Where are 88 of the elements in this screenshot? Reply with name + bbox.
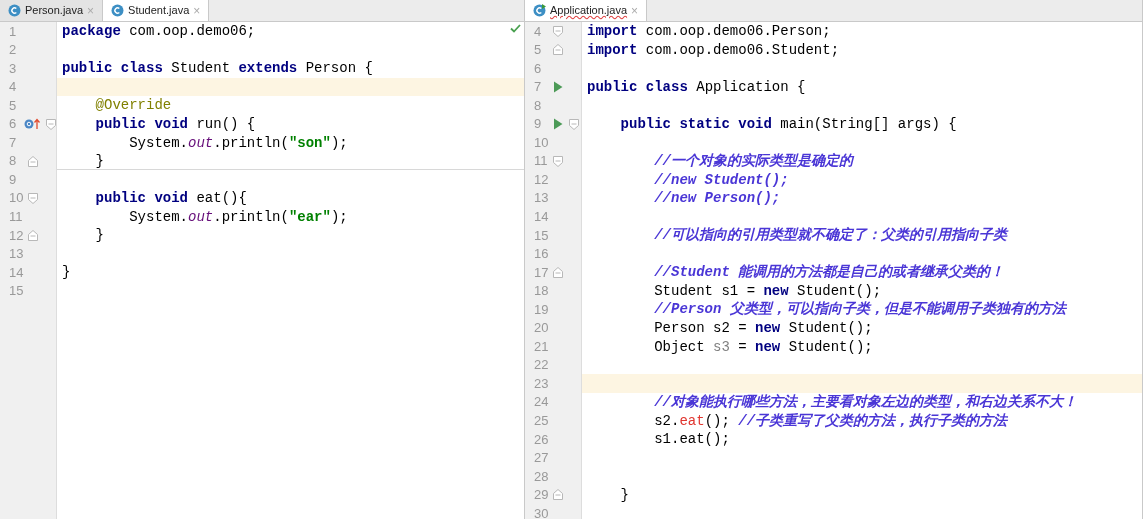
code-line: @Override bbox=[94, 98, 172, 113]
line-number: 5 bbox=[8, 96, 18, 115]
code-line: Student s1 = new Student(); bbox=[653, 283, 882, 298]
fold-icon[interactable] bbox=[553, 25, 563, 37]
line-number: 29 bbox=[533, 486, 550, 505]
line-number: 5 bbox=[533, 41, 543, 60]
file-tab[interactable]: Application.java × bbox=[525, 0, 648, 21]
code-line: //new Person(); bbox=[653, 191, 781, 206]
code-line: s2.eat(); //子类重写了父类的方法，执行子类的方法 bbox=[653, 413, 1008, 428]
line-number: 4 bbox=[533, 22, 543, 41]
line-number: 14 bbox=[533, 208, 550, 226]
line-number: 7 bbox=[533, 78, 543, 97]
line-number: 10 bbox=[533, 133, 550, 152]
line-number: 9 bbox=[8, 170, 18, 189]
line-number: 2 bbox=[8, 41, 18, 60]
code-line: package com.oop.demo06; bbox=[62, 24, 256, 39]
run-icon[interactable] bbox=[553, 118, 563, 130]
code-line: public static void main(String[] args) { bbox=[619, 117, 957, 131]
line-number: 28 bbox=[533, 467, 550, 486]
fold-icon[interactable] bbox=[553, 489, 563, 501]
fold-icon[interactable] bbox=[553, 266, 563, 278]
fold-icon[interactable] bbox=[553, 155, 563, 167]
line-number: 27 bbox=[533, 449, 550, 468]
code-line: public void eat(){ bbox=[94, 191, 247, 206]
code-line: //可以指向的引用类型就不确定了：父类的引用指向子类 bbox=[653, 228, 1007, 243]
fold-icon[interactable] bbox=[46, 118, 56, 130]
line-number: 13 bbox=[533, 189, 550, 208]
line-number: 12 bbox=[8, 226, 25, 245]
fold-icon[interactable] bbox=[569, 118, 579, 130]
code-line: Person s2 = new Student(); bbox=[653, 321, 873, 335]
line-number: 19 bbox=[533, 300, 550, 319]
line-number: 4 bbox=[8, 78, 18, 97]
line-number: 3 bbox=[8, 59, 18, 78]
line-number: 9 bbox=[533, 115, 543, 134]
line-number: 26 bbox=[533, 430, 550, 449]
line-number: 11 bbox=[8, 208, 24, 226]
line-number: 10 bbox=[8, 189, 25, 208]
code-line: //一个对象的实际类型是确定的 bbox=[653, 154, 853, 169]
fold-icon[interactable] bbox=[28, 155, 38, 167]
code-line: Object s3 = new Student(); bbox=[653, 339, 873, 354]
line-number: 6 bbox=[533, 59, 543, 78]
tab-label: Application.java bbox=[550, 3, 628, 19]
line-number: 13 bbox=[8, 245, 25, 264]
fold-icon[interactable] bbox=[553, 44, 563, 56]
file-tab[interactable]: Student.java × bbox=[103, 0, 210, 21]
line-number: 11 bbox=[533, 152, 549, 171]
code-line: System.out.println("son"); bbox=[128, 135, 348, 150]
code-line: System.out.println("ear"); bbox=[128, 209, 348, 224]
line-number: 15 bbox=[8, 282, 25, 301]
tab-label: Person.java bbox=[25, 3, 84, 19]
line-number: 8 bbox=[533, 96, 543, 115]
code-line: public void run() { bbox=[94, 117, 256, 131]
line-number: 23 bbox=[533, 374, 550, 393]
code-line: import com.oop.demo06.Student; bbox=[587, 42, 840, 57]
code-line: //Student 能调用的方法都是自己的或者继承父类的！ bbox=[653, 265, 1005, 280]
code-line: //new Student(); bbox=[653, 172, 789, 187]
line-number: 6 bbox=[8, 115, 18, 134]
line-number: 20 bbox=[533, 319, 550, 338]
line-number: 30 bbox=[533, 504, 550, 519]
code-line: import com.oop.demo06.Person; bbox=[587, 24, 831, 39]
file-tab[interactable]: Person.java × bbox=[0, 0, 104, 21]
line-number: 18 bbox=[533, 282, 550, 301]
line-number: 22 bbox=[533, 356, 550, 375]
code-line: } bbox=[94, 153, 104, 168]
code-line: //对象能执行哪些方法，主要看对象左边的类型，和右边关系不大！ bbox=[653, 395, 1077, 410]
line-number: 17 bbox=[533, 263, 550, 282]
code-line: //Person 父类型，可以指向子类，但是不能调用子类独有的方法 bbox=[653, 302, 1066, 317]
line-number: 8 bbox=[8, 152, 18, 171]
code-line: } bbox=[94, 228, 104, 243]
line-number: 21 bbox=[533, 337, 550, 356]
fold-icon[interactable] bbox=[28, 192, 38, 204]
line-number: 15 bbox=[533, 226, 550, 245]
tab-label: Student.java bbox=[128, 3, 190, 19]
line-number: 24 bbox=[533, 393, 550, 412]
line-number: 12 bbox=[533, 170, 550, 189]
line-number: 1 bbox=[8, 22, 18, 41]
fold-icon[interactable] bbox=[28, 229, 38, 241]
override-icon[interactable] bbox=[24, 118, 40, 130]
code-line: s1.eat(); bbox=[653, 432, 730, 447]
run-icon[interactable] bbox=[553, 80, 563, 93]
line-number: 16 bbox=[533, 245, 550, 264]
code-line: public class Application { bbox=[587, 79, 806, 94]
line-number: 14 bbox=[8, 263, 25, 282]
line-number: 7 bbox=[8, 133, 18, 152]
code-line: } bbox=[62, 265, 71, 280]
code-line: public class Student extends Person { bbox=[62, 61, 373, 76]
code-line: } bbox=[619, 487, 629, 502]
line-number: 25 bbox=[533, 412, 550, 430]
